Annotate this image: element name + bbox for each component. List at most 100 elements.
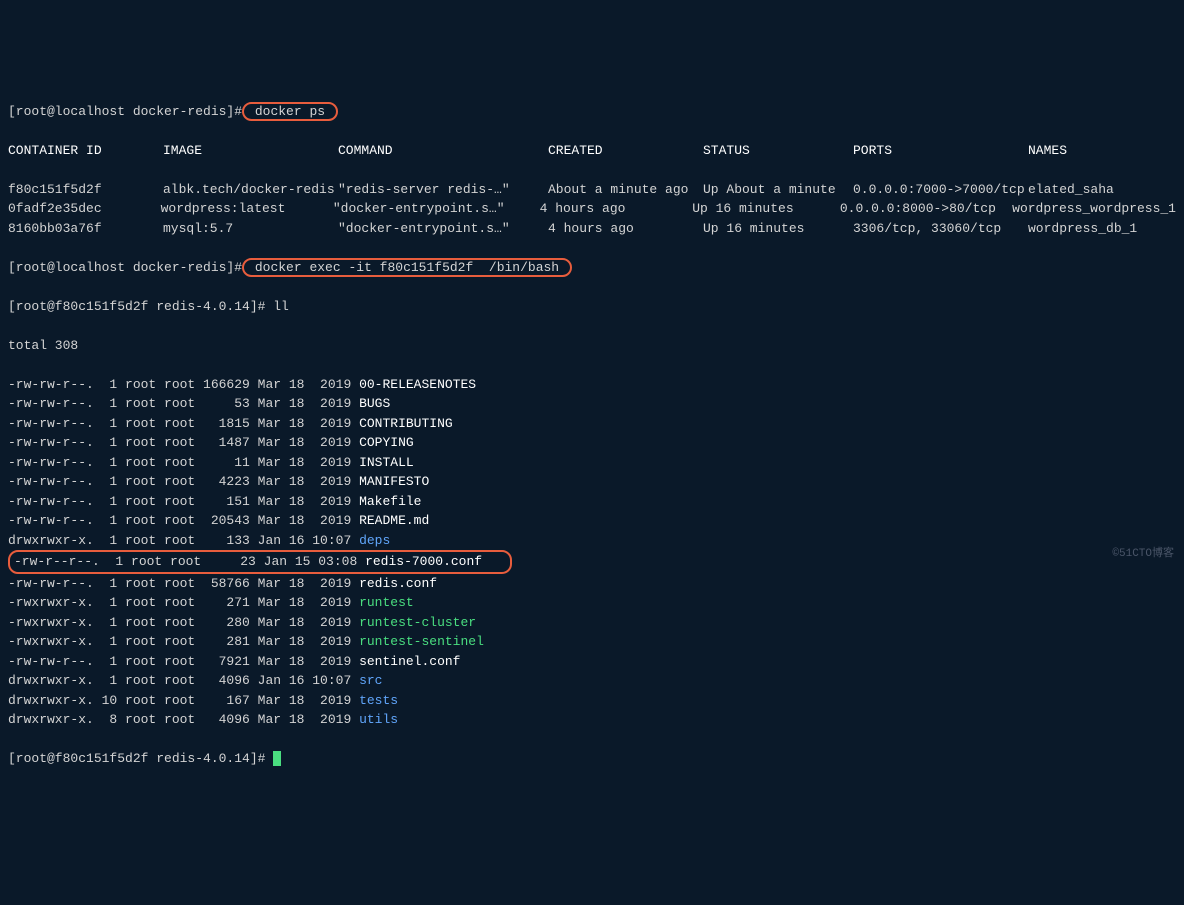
- file-name: src: [359, 673, 382, 688]
- file-row: -rw-rw-r--. 1 root root 1815 Mar 18 2019…: [8, 414, 1176, 434]
- container-ports: 3306/tcp, 33060/tcp: [853, 219, 1028, 239]
- container-created: About a minute ago: [548, 180, 703, 200]
- container-id: 0fadf2e35dec: [8, 199, 161, 219]
- prompt-line-2: [root@localhost docker-redis]# docker ex…: [8, 258, 1176, 278]
- file-name: utils: [359, 712, 398, 727]
- header-command: COMMAND: [338, 141, 548, 161]
- file-name: Makefile: [359, 494, 421, 509]
- file-row: drwxrwxr-x. 10 root root 167 Mar 18 2019…: [8, 691, 1176, 711]
- prompt-line-3: [root@f80c151f5d2f redis-4.0.14]# ll: [8, 297, 1176, 317]
- file-meta: -rw-rw-r--. 1 root root 1815 Mar 18 2019: [8, 416, 359, 431]
- total-line: total 308: [8, 336, 1176, 356]
- file-row: drwxrwxr-x. 1 root root 133 Jan 16 10:07…: [8, 531, 1176, 551]
- container-names: wordpress_wordpress_1: [1012, 199, 1176, 219]
- file-meta: -rwxrwxr-x. 1 root root 271 Mar 18 2019: [8, 595, 359, 610]
- container-status: Up About a minute: [703, 180, 853, 200]
- prompt-line-4: [root@f80c151f5d2f redis-4.0.14]#: [8, 749, 1176, 769]
- container-names: wordpress_db_1: [1028, 219, 1176, 239]
- cursor-icon: [273, 751, 281, 766]
- container-created: 4 hours ago: [540, 199, 693, 219]
- file-name: README.md: [359, 513, 429, 528]
- header-container-id: CONTAINER ID: [8, 141, 163, 161]
- container-id: 8160bb03a76f: [8, 219, 163, 239]
- file-name: 00-RELEASENOTES: [359, 377, 476, 392]
- file-name: runtest-cluster: [359, 615, 476, 630]
- container-command: "docker-entrypoint.s…": [338, 219, 548, 239]
- prompt-prefix: [root@localhost docker-redis]#: [8, 104, 242, 119]
- cmd-text: docker ps: [247, 104, 333, 119]
- file-meta: -rw-rw-r--. 1 root root 53 Mar 18 2019: [8, 396, 359, 411]
- file-highlight: -rw-r--r--. 1 root root 23 Jan 15 03:08 …: [8, 550, 512, 574]
- prompt-text: [root@f80c151f5d2f redis-4.0.14]#: [8, 751, 273, 766]
- cmd-highlight-1: docker ps: [242, 102, 338, 121]
- file-row: -rw-rw-r--. 1 root root 7921 Mar 18 2019…: [8, 652, 1176, 672]
- file-row: -rw-rw-r--. 1 root root 1487 Mar 18 2019…: [8, 433, 1176, 453]
- file-meta: -rw-rw-r--. 1 root root 11 Mar 18 2019: [8, 455, 359, 470]
- file-row: -rw-rw-r--. 1 root root 151 Mar 18 2019 …: [8, 492, 1176, 512]
- header-ports: PORTS: [853, 141, 1028, 161]
- file-name: runtest: [359, 595, 414, 610]
- file-row: -rwxrwxr-x. 1 root root 280 Mar 18 2019 …: [8, 613, 1176, 633]
- container-ports: 0.0.0.0:8000->80/tcp: [840, 199, 1012, 219]
- container-names: elated_saha: [1028, 180, 1176, 200]
- prompt-line-1: [root@localhost docker-redis]# docker ps: [8, 102, 1176, 122]
- cmd-highlight-2: docker exec -it f80c151f5d2f /bin/bash: [242, 258, 572, 277]
- container-command: "redis-server redis-…": [338, 180, 548, 200]
- file-meta: -rwxrwxr-x. 1 root root 280 Mar 18 2019: [8, 615, 359, 630]
- file-row: -rw-rw-r--. 1 root root 58766 Mar 18 201…: [8, 574, 1176, 594]
- file-meta: drwxrwxr-x. 8 root root 4096 Mar 18 2019: [8, 712, 359, 727]
- file-name: BUGS: [359, 396, 390, 411]
- file-meta: drwxrwxr-x. 1 root root 4096 Jan 16 10:0…: [8, 673, 359, 688]
- ps-row: 8160bb03a76fmysql:5.7"docker-entrypoint.…: [8, 219, 1176, 239]
- prompt-prefix: [root@localhost docker-redis]#: [8, 260, 242, 275]
- file-meta: -rw-rw-r--. 1 root root 4223 Mar 18 2019: [8, 474, 359, 489]
- file-row: -rw-rw-r--. 1 root root 20543 Mar 18 201…: [8, 511, 1176, 531]
- container-image: albk.tech/docker-redis: [163, 180, 338, 200]
- file-row: -rwxrwxr-x. 1 root root 271 Mar 18 2019 …: [8, 593, 1176, 613]
- file-name: COPYING: [359, 435, 414, 450]
- cmd-text: docker exec -it f80c151f5d2f /bin/bash: [247, 260, 567, 275]
- file-meta: -rw-rw-r--. 1 root root 166629 Mar 18 20…: [8, 377, 359, 392]
- file-meta: -rwxrwxr-x. 1 root root 281 Mar 18 2019: [8, 634, 359, 649]
- header-status: STATUS: [703, 141, 853, 161]
- file-name: redis.conf: [359, 576, 437, 591]
- file-name: runtest-sentinel: [359, 634, 484, 649]
- file-row: drwxrwxr-x. 8 root root 4096 Mar 18 2019…: [8, 710, 1176, 730]
- file-meta: -rw-rw-r--. 1 root root 7921 Mar 18 2019: [8, 654, 359, 669]
- header-image: IMAGE: [163, 141, 338, 161]
- container-image: mysql:5.7: [163, 219, 338, 239]
- terminal-output[interactable]: [root@localhost docker-redis]# docker ps…: [8, 82, 1176, 788]
- file-name: deps: [359, 533, 390, 548]
- file-meta: -rw-rw-r--. 1 root root 20543 Mar 18 201…: [8, 513, 359, 528]
- file-row: -rw-rw-r--. 1 root root 166629 Mar 18 20…: [8, 375, 1176, 395]
- file-name: INSTALL: [359, 455, 414, 470]
- container-status: Up 16 minutes: [703, 219, 853, 239]
- file-meta: -rw-rw-r--. 1 root root 1487 Mar 18 2019: [8, 435, 359, 450]
- ps-header-row: CONTAINER IDIMAGECOMMANDCREATEDSTATUSPOR…: [8, 141, 1176, 161]
- file-name: CONTRIBUTING: [359, 416, 453, 431]
- file-row: -rwxrwxr-x. 1 root root 281 Mar 18 2019 …: [8, 632, 1176, 652]
- file-meta: -rw-rw-r--. 1 root root 58766 Mar 18 201…: [8, 576, 359, 591]
- container-status: Up 16 minutes: [692, 199, 840, 219]
- file-row: -rw-r--r--. 1 root root 23 Jan 15 03:08 …: [8, 550, 1176, 574]
- file-name: MANIFESTO: [359, 474, 429, 489]
- file-meta: drwxrwxr-x. 1 root root 133 Jan 16 10:07: [8, 533, 359, 548]
- container-id: f80c151f5d2f: [8, 180, 163, 200]
- file-row: -rw-rw-r--. 1 root root 4223 Mar 18 2019…: [8, 472, 1176, 492]
- container-created: 4 hours ago: [548, 219, 703, 239]
- container-command: "docker-entrypoint.s…": [333, 199, 540, 219]
- watermark-text: ©51CTO博客: [1112, 546, 1174, 563]
- file-meta: drwxrwxr-x. 10 root root 167 Mar 18 2019: [8, 693, 359, 708]
- header-names: NAMES: [1028, 141, 1176, 161]
- file-row: drwxrwxr-x. 1 root root 4096 Jan 16 10:0…: [8, 671, 1176, 691]
- file-row: -rw-rw-r--. 1 root root 11 Mar 18 2019 I…: [8, 453, 1176, 473]
- file-name: sentinel.conf: [359, 654, 460, 669]
- file-meta: -rw-r--r--. 1 root root 23 Jan 15 03:08: [14, 554, 365, 569]
- file-name: tests: [359, 693, 398, 708]
- container-ports: 0.0.0.0:7000->7000/tcp: [853, 180, 1028, 200]
- ps-row: 0fadf2e35decwordpress:latest"docker-entr…: [8, 199, 1176, 219]
- file-row: -rw-rw-r--. 1 root root 53 Mar 18 2019 B…: [8, 394, 1176, 414]
- file-name: redis-7000.conf: [365, 554, 482, 569]
- ps-row: f80c151f5d2falbk.tech/docker-redis"redis…: [8, 180, 1176, 200]
- container-image: wordpress:latest: [161, 199, 333, 219]
